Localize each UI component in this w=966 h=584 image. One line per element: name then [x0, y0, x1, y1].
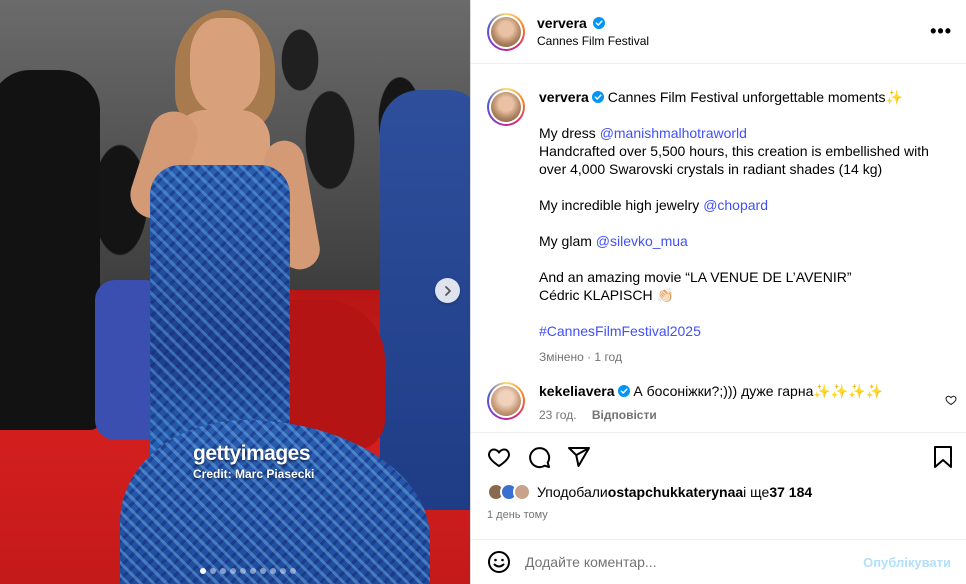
likes-count[interactable]: 37 184 — [769, 484, 812, 500]
caption-director-line: Cédric KLAPISCH 👏🏻 — [539, 287, 674, 303]
mention-chopard[interactable]: @chopard — [703, 197, 768, 213]
caption-movie-line: And an amazing movie “LA VENUE DE L’AVEN… — [539, 269, 852, 285]
carousel-dot — [200, 568, 206, 574]
verified-badge-icon — [617, 385, 630, 397]
comment-text: А босоніжки?;))) дуже гарна✨✨✨✨ — [633, 383, 884, 399]
carousel-dot — [240, 568, 246, 574]
getty-logo: gettyimages — [193, 442, 311, 465]
caption-dress-description: Handcrafted over 5,500 hours, this creat… — [539, 143, 929, 177]
caption-avatar[interactable] — [487, 88, 525, 126]
publish-button[interactable]: Опублікувати — [863, 555, 951, 570]
post-time: 1 день тому — [487, 509, 548, 521]
carousel-dot — [230, 568, 236, 574]
comment-like-heart-icon[interactable] — [945, 394, 957, 406]
likes-summary: Уподобали ostapchukkaterynaa і ще 37 184 — [487, 483, 951, 501]
photo-face — [190, 18, 260, 113]
caption-glam-prefix: My glam — [539, 233, 596, 249]
carousel-dot — [280, 568, 286, 574]
caption-title: Cannes Film Festival unforgettable momen… — [607, 89, 903, 105]
getty-credit: Credit: Marc Piasecki — [193, 467, 315, 481]
carousel-dots — [200, 568, 296, 574]
post-caption: ververa Cannes Film Festival unforgettab… — [471, 88, 966, 366]
commenter-avatar[interactable] — [487, 382, 525, 420]
post-details-panel: ververa Cannes Film Festival ••• ververa… — [470, 0, 966, 584]
post-photo[interactable]: gettyimages Credit: Marc Piasecki — [0, 0, 470, 584]
carousel-dot — [210, 568, 216, 574]
liker-avatars — [487, 483, 531, 501]
author-avatar[interactable] — [487, 12, 525, 51]
like-heart-icon[interactable] — [487, 445, 511, 469]
verified-badge-icon — [591, 91, 604, 103]
verified-badge-icon — [593, 17, 606, 29]
comment-input[interactable] — [525, 554, 864, 570]
photo-person-left — [0, 70, 100, 430]
liker-avatar — [513, 483, 531, 501]
emoji-icon[interactable] — [487, 550, 511, 574]
chevron-right-icon — [444, 285, 451, 296]
post-actions: Уподобали ostapchukkaterynaa і ще 37 184… — [471, 432, 966, 521]
likes-middle: і ще — [743, 484, 770, 500]
caption-meta: Змінено · 1 год — [539, 350, 622, 364]
comment-reply-button[interactable]: Відповісти — [592, 408, 657, 422]
caption-dress-prefix: My dress — [539, 125, 600, 141]
caption-jewelry-prefix: My incredible high jewelry — [539, 197, 704, 213]
next-image-button[interactable] — [435, 278, 460, 303]
add-comment-bar: Опублікувати — [471, 539, 966, 584]
carousel-dot — [250, 568, 256, 574]
comment-time: 23 год. — [539, 408, 577, 422]
save-bookmark-icon[interactable] — [931, 445, 955, 469]
likes-prefix: Уподобали — [537, 484, 608, 500]
photo-person-right — [380, 90, 470, 510]
mention-silevko-mua[interactable]: @silevko_mua — [596, 233, 688, 249]
carousel-dot — [290, 568, 296, 574]
carousel-dot — [260, 568, 266, 574]
post-location[interactable]: Cannes Film Festival — [537, 34, 649, 48]
author-username[interactable]: ververa — [537, 15, 587, 31]
carousel-dot — [270, 568, 276, 574]
comment-bubble-icon[interactable] — [527, 445, 551, 469]
caption-username[interactable]: ververa — [539, 89, 589, 105]
mention-manishmalhotraworld[interactable]: @manishmalhotraworld — [600, 125, 747, 141]
more-options-icon[interactable]: ••• — [930, 22, 952, 40]
post-header: ververa Cannes Film Festival ••• — [471, 0, 966, 64]
carousel-dot — [220, 568, 226, 574]
getty-watermark: gettyimages Credit: Marc Piasecki — [193, 442, 315, 482]
commenter-username[interactable]: kekeliavera — [539, 383, 615, 399]
hashtag-link[interactable]: #CannesFilmFestival2025 — [539, 323, 701, 339]
share-paper-plane-icon[interactable] — [567, 445, 591, 469]
likes-user[interactable]: ostapchukkaterynaa — [608, 484, 743, 500]
comment-item: kekeliavera А босоніжки?;))) дуже гарна✨… — [487, 382, 957, 424]
